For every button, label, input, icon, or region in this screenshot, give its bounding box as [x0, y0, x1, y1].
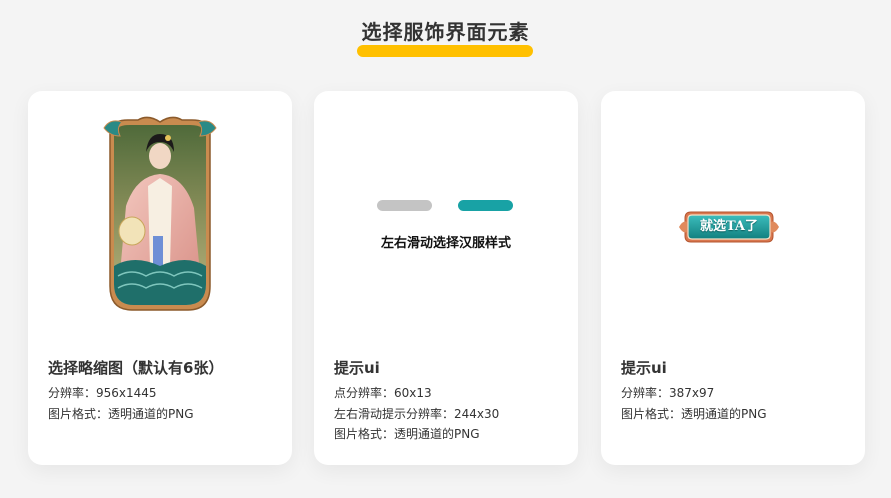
card-thumbnail: 选择略缩图（默认有6张） 分辨率：956x1445 图片格式：透明通道的PNG — [28, 91, 292, 465]
card-spec-line: 图片格式：透明通道的PNG — [48, 406, 194, 421]
hanfu-thumbnail-image — [103, 116, 217, 311]
card-spec-line: 图片格式：透明通道的PNG — [334, 427, 480, 441]
page-header: 选择服饰界面元素 — [0, 16, 891, 45]
card-dot-hint: 左右滑动选择汉服样式 提示ui 点分辨率：60x13 左右滑动提示分辨率：244… — [314, 91, 578, 465]
title-underline — [357, 45, 533, 57]
pager-dot-active — [458, 200, 513, 211]
card-heading: 提示ui — [621, 359, 667, 377]
card-spec-line: 左右滑动提示分辨率：244x30 — [334, 406, 500, 421]
card-spec-line: 分辨率：387x97 — [621, 386, 715, 400]
choose-this-button-label: 就选TA了 — [699, 219, 759, 234]
pager-dot-inactive — [377, 200, 432, 211]
choose-this-button[interactable]: 就选TA了 — [677, 208, 781, 246]
card-heading: 提示ui — [334, 359, 380, 377]
card-button-hint: 就选TA了 提示ui 分辨率：387x97 图片格式：透明通道的PNG — [601, 91, 865, 465]
card-spec-line: 图片格式：透明通道的PNG — [621, 406, 767, 421]
page-title: 选择服饰界面元素 — [361, 20, 530, 44]
card-spec-line: 分辨率：956x1445 — [48, 386, 157, 400]
card-spec-list: 点分辨率：60x13 左右滑动提示分辨率：244x30 图片格式：透明通道的PN… — [334, 383, 499, 445]
card-spec-line: 点分辨率：60x13 — [334, 386, 432, 400]
card-spec-list: 分辨率：956x1445 图片格式：透明通道的PNG — [48, 383, 194, 424]
card-heading: 选择略缩图（默认有6张） — [48, 359, 224, 377]
swipe-hint-text: 左右滑动选择汉服样式 — [380, 236, 511, 251]
card-spec-list: 分辨率：387x97 图片格式：透明通道的PNG — [621, 383, 767, 424]
